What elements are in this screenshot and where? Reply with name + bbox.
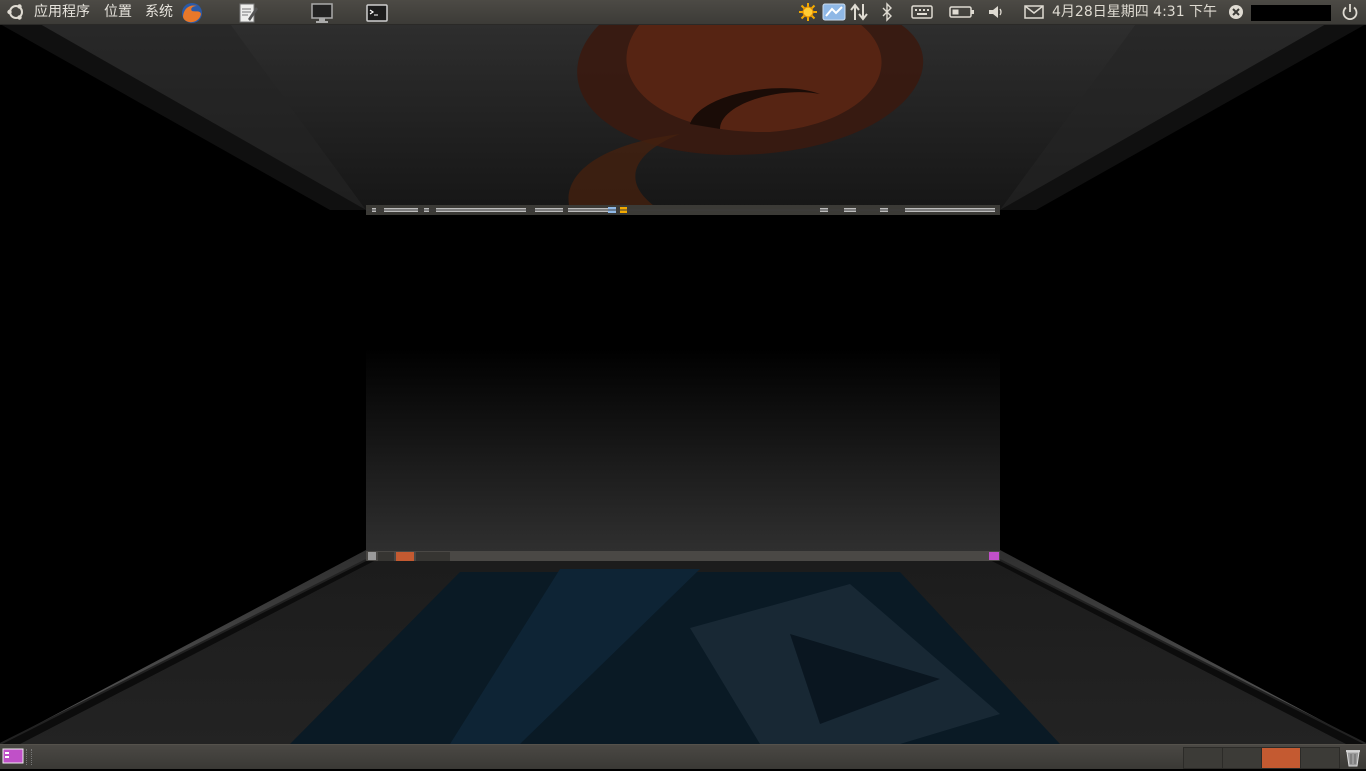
workspace-3[interactable] [1261,747,1301,769]
update-sun-icon[interactable] [797,0,819,24]
cube-bottom-panel-bar [366,551,1000,561]
volume-icon[interactable] [987,0,1005,24]
monitor-icon[interactable] [310,2,334,23]
battery-icon[interactable] [948,0,976,24]
places-menu[interactable]: 位置 [104,0,132,24]
trash-icon[interactable] [1342,747,1364,767]
show-desktop-icon[interactable] [2,747,24,765]
firefox-icon[interactable] [180,2,204,23]
system-menu[interactable]: 系统 [145,0,173,24]
user-status-icon[interactable] [1227,0,1245,24]
workspace-2[interactable] [1222,747,1262,769]
applications-menu[interactable]: 应用程序 [34,0,90,24]
workspace-1[interactable] [1183,747,1223,769]
cube-svg [0,24,1366,744]
bottom-panel [0,744,1366,769]
clock[interactable]: 4月28日星期四 4:31 下午 [1052,0,1217,24]
workspace-4[interactable] [1300,747,1340,769]
updown-arrows-icon[interactable] [850,0,868,24]
top-panel: 应用程序 位置 系统 4月28日星期四 4:31 下午 [0,0,1366,25]
keyboard-icon[interactable] [910,0,934,24]
ubuntu-logo-icon[interactable] [6,0,26,24]
text-editor-icon[interactable] [236,2,260,23]
desktop-cube-scene[interactable] [0,24,1366,744]
power-icon[interactable] [1340,0,1360,24]
network-transfer-icon[interactable] [822,0,846,24]
terminal-icon[interactable] [365,2,389,22]
username-redacted[interactable] [1251,5,1331,21]
bluetooth-icon[interactable] [880,0,894,24]
mail-icon[interactable] [1023,0,1045,24]
panel-handle[interactable] [26,749,32,765]
